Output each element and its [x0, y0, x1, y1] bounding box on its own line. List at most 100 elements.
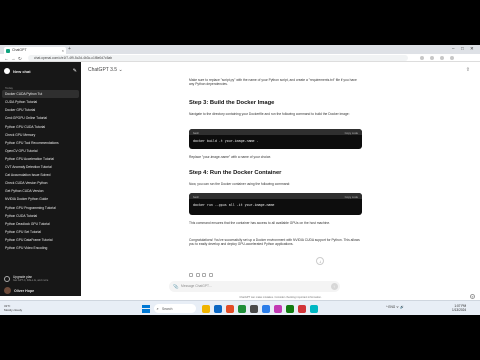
sidebar-chat-item[interactable]: CVT Anomaly Detection Tutorial [2, 163, 79, 171]
back-button[interactable]: ← [4, 56, 9, 61]
taskbar-app-icon[interactable] [214, 304, 222, 313]
minimize-button[interactable]: – [452, 46, 455, 51]
maximize-button[interactable]: □ [461, 46, 464, 51]
windows-start-icon[interactable] [142, 304, 150, 313]
clock-date: 1/13/2024 [452, 308, 467, 313]
tab-close-icon[interactable]: × [62, 48, 64, 53]
url-field[interactable]: chat.openai.com/c/e1f7-4f9-5c2d-4b3c-c1f… [28, 55, 408, 61]
regenerate-icon[interactable] [208, 273, 213, 277]
code1-note: Replace "your-image-name" with a name of… [189, 155, 272, 159]
disclaimer: ChatGPT can make mistakes. Consider chec… [239, 296, 322, 299]
attach-icon[interactable]: 📎 [173, 284, 179, 290]
screen: ChatGPT × + – □ ✕ ← → ↻ chat.openai.com/… [0, 45, 480, 315]
copy-code-button[interactable]: Copy code [345, 195, 358, 199]
chatgpt-favicon-icon [6, 48, 10, 53]
thumbs-up-icon[interactable] [195, 273, 200, 277]
new-tab-button[interactable]: + [68, 46, 71, 52]
taskbar-app-icon[interactable] [286, 304, 294, 313]
window-close-button[interactable]: ✕ [470, 46, 474, 52]
sidebar-chat-item[interactable]: Python GPU CUDA Tutorial [2, 122, 79, 130]
taskbar-search[interactable]: ⌕ Search [154, 304, 196, 313]
sidebar-chat-item[interactable]: Python CUDA Tutorial [2, 211, 79, 219]
code-block-run: bash Copy code docker run --gpus all -it… [189, 193, 362, 215]
model-selector[interactable]: ChatGPT 3.5 ⌄ [88, 67, 123, 73]
sidebar-chat-item[interactable]: Check CUDA Version Python [2, 179, 79, 187]
step3-heading: Step 3: Build the Docker Image [189, 100, 275, 106]
new-chat-button[interactable]: New chat ✎ [3, 67, 78, 76]
taskbar-app-icon[interactable] [238, 304, 246, 313]
sidebar-chat-item[interactable]: Cat Accumulation Issue Solved [2, 171, 79, 179]
code-content: docker run --gpus all -it your-image-nam… [193, 203, 275, 207]
copy-icon[interactable] [189, 273, 193, 277]
code2-note: This command ensures that the container … [189, 221, 331, 225]
profile-icon[interactable] [440, 55, 444, 60]
sidebar-chat-item[interactable]: Python GPU Programming Tutorial [2, 203, 79, 211]
taskbar: 31°F Mostly cloudy ⌕ Search ^ ENG ᯤ 🔊 1:… [0, 300, 480, 315]
code-language: bash [193, 194, 200, 199]
sidebar-chat-item[interactable]: Get Python CUDA Version [2, 187, 79, 195]
sidebar-chat-item[interactable]: Python GPU Set Tutorial [2, 228, 79, 236]
copy-code-button[interactable]: Copy code [345, 131, 358, 135]
sidebar-chat-item[interactable]: Python GPU DataFrame Tutorial [2, 236, 79, 244]
share-icon[interactable]: ⇪ [466, 67, 470, 73]
taskbar-app-icon[interactable] [250, 304, 258, 313]
chat-history-list: Docker CUDA Python Tut CUDA Python Tutori… [2, 90, 79, 252]
avatar [4, 287, 11, 294]
sidebar-chat-item[interactable]: Python GPU Tool Recommendations [2, 139, 79, 147]
taskbar-app-icon[interactable] [310, 304, 318, 313]
step3-paragraph: Navigate to the directory containing you… [189, 112, 350, 116]
sidebar-chat-item[interactable]: OpenCV GPU Tutorial [2, 147, 79, 155]
message-composer: 📎 Message ChatGPT… ↑ [169, 281, 340, 292]
thumbs-down-icon[interactable] [202, 273, 206, 277]
step4-heading: Step 4: Run the Docker Container [189, 170, 282, 176]
bookmark-icon[interactable] [430, 55, 434, 60]
extension-icon[interactable] [420, 55, 424, 60]
taskbar-app-icon[interactable] [262, 304, 270, 313]
user-name: Oliver Hope [14, 288, 35, 293]
sidebar-chat-item[interactable]: NVIDIA Docker Python Guide [2, 195, 79, 203]
reload-button[interactable]: ↻ [18, 56, 22, 62]
browser-tab-bar: ChatGPT × + – □ ✕ [0, 45, 480, 54]
scroll-down-button[interactable]: ↓ [316, 257, 324, 265]
code-language: bash [193, 130, 200, 135]
sparkle-icon [4, 275, 10, 282]
browser-address-bar: ← → ↻ chat.openai.com/c/e1f7-4f9-5c2d-4b… [0, 54, 480, 62]
send-button[interactable]: ↑ [330, 283, 338, 290]
user-menu[interactable]: Oliver Hope [3, 286, 78, 295]
code-content: docker build -t your-image-name . [193, 139, 259, 143]
message-actions [189, 264, 215, 282]
menu-icon[interactable] [450, 55, 454, 60]
browser-tab[interactable]: ChatGPT × [4, 47, 66, 54]
sidebar: New chat ✎ Today Docker CUDA Python Tut C… [0, 62, 81, 296]
sidebar-chat-item[interactable]: Python Deadlock GPU Tutorial [2, 220, 79, 228]
sidebar-chat-item[interactable]: CUDA Python Tutorial [2, 98, 79, 106]
openai-logo-icon [4, 68, 10, 74]
help-button[interactable]: ? [470, 294, 475, 299]
code-header: bash Copy code [189, 129, 362, 135]
sidebar-chat-item[interactable]: Python GPU Acceleration Tutorial [2, 155, 79, 163]
code-header: bash Copy code [189, 193, 362, 199]
sidebar-chat-item[interactable]: Docker CUDA Python Tut [2, 90, 79, 99]
weather-condition: Mostly cloudy [4, 307, 23, 312]
upgrade-subtitle: Get GPT-4, DALL·E, and more [13, 279, 49, 282]
step4-paragraph: Now, you can run the Docker container us… [189, 182, 291, 186]
edit-icon[interactable]: ✎ [73, 68, 77, 74]
sidebar-chat-item[interactable]: Check GPU Memory [2, 130, 79, 138]
taskbar-search-label: Search [162, 306, 173, 311]
sidebar-chat-item[interactable]: Docker GPU Tutorial [2, 106, 79, 114]
taskbar-app-icon[interactable] [274, 304, 282, 313]
sidebar-chat-item[interactable]: Python GPU Video Encoding [2, 244, 79, 252]
sidebar-chat-item[interactable]: Cmd:GPGPU Online Tutorial [2, 114, 79, 122]
forward-button[interactable]: → [11, 56, 16, 61]
clock[interactable]: 1:07 PM 1/13/2024 [452, 304, 466, 312]
message-input[interactable]: Message ChatGPT… [181, 284, 212, 288]
chat-main: ChatGPT 3.5 ⌄ ⇪ Make sure to replace "sc… [81, 62, 480, 296]
system-tray[interactable]: ^ ENG ᯤ 🔊 [386, 305, 404, 309]
new-chat-label: New chat [13, 68, 31, 74]
taskbar-app-icon[interactable] [226, 304, 234, 313]
taskbar-app-icon[interactable] [202, 304, 210, 313]
upgrade-plan-button[interactable]: Upgrade plan Get GPT-4, DALL·E, and more [3, 274, 78, 284]
taskbar-app-icon[interactable] [298, 304, 306, 313]
weather-widget[interactable]: 31°F Mostly cloudy [4, 304, 22, 312]
browser-tab-title: ChatGPT [12, 48, 27, 52]
